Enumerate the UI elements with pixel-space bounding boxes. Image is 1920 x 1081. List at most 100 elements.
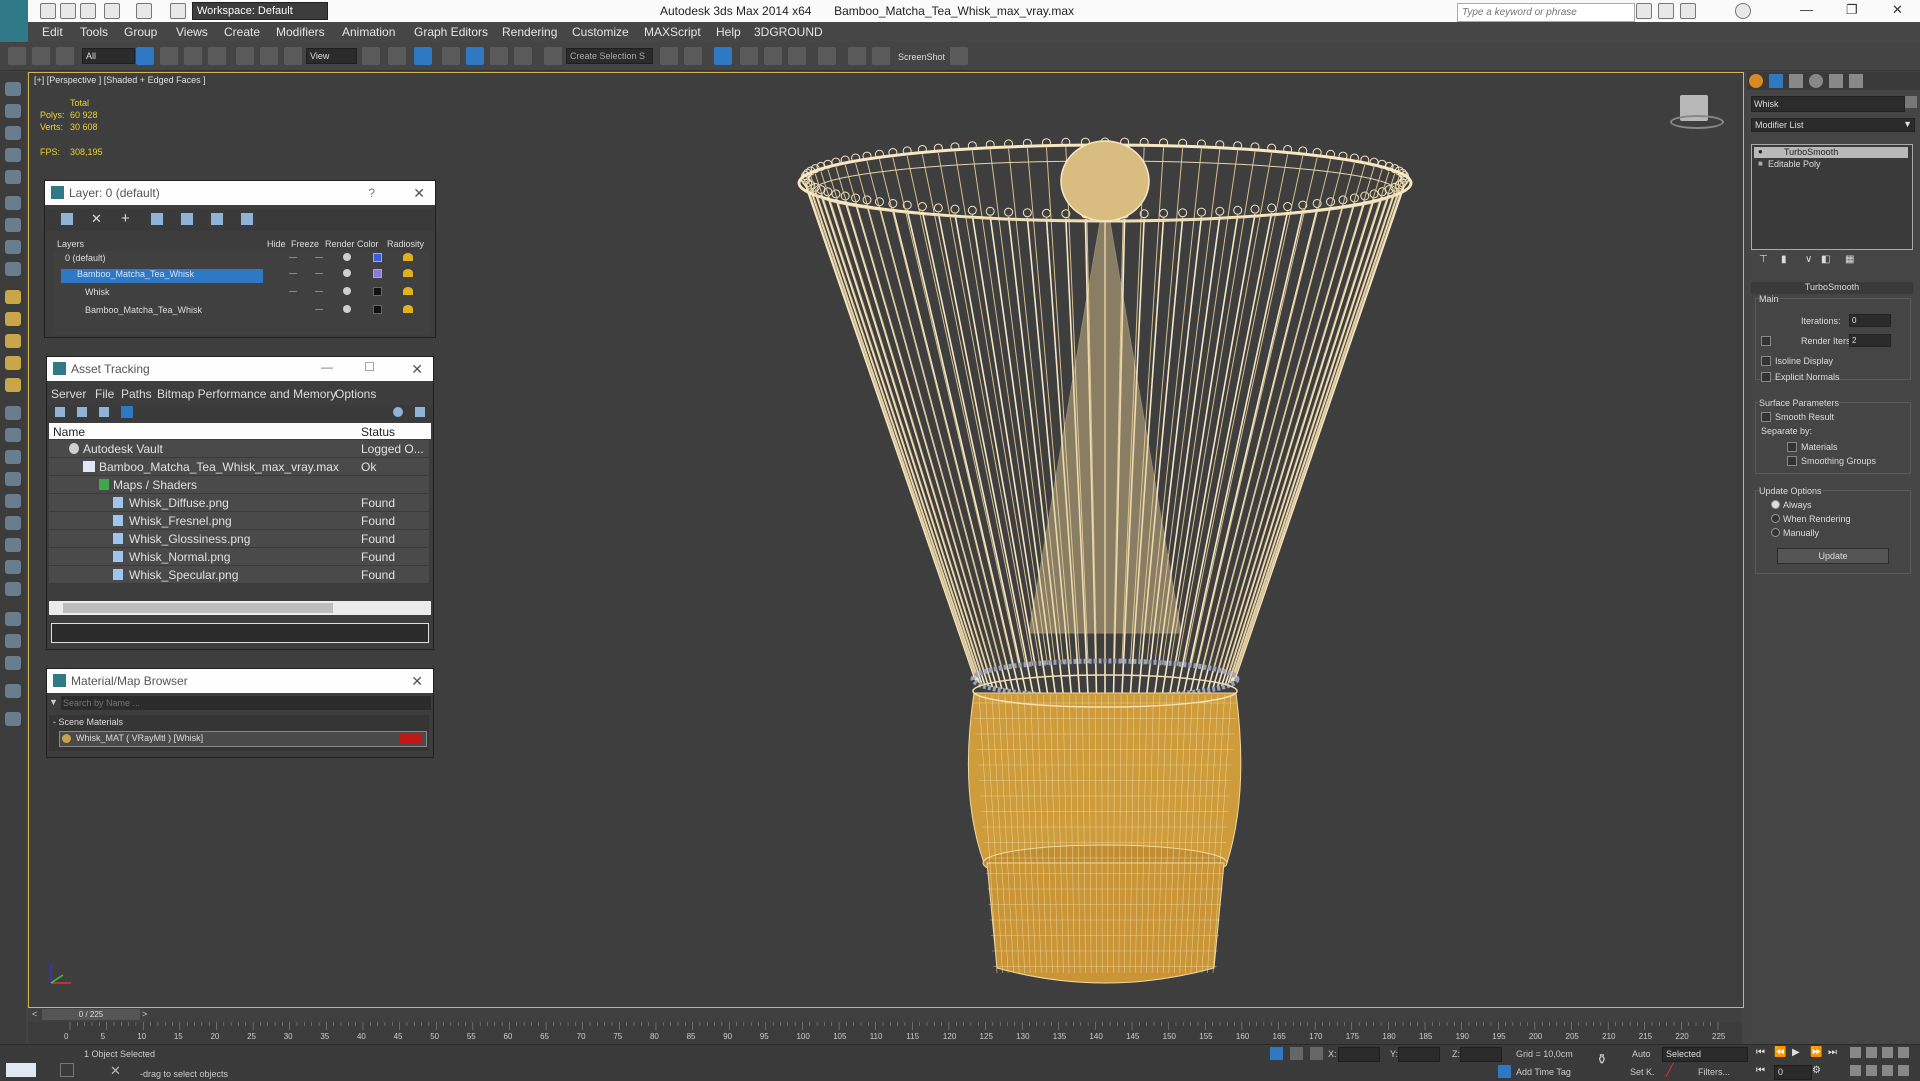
maxscript-mini-icon[interactable] [60,1063,74,1077]
play-icon[interactable]: ▶ [1792,1047,1800,1058]
col-radiosity[interactable]: Radiosity [387,239,424,249]
stack-expand-icon[interactable]: ■ [1758,159,1763,168]
menu-maxscript[interactable]: MAXScript [644,25,701,39]
rendered-frame-window-icon[interactable] [872,47,890,65]
when-rendering-radio[interactable] [1771,514,1780,523]
minimize-icon[interactable]: — [1800,2,1813,17]
strip-box-icon[interactable] [5,356,21,370]
asset-row[interactable]: Bamboo_Matcha_Tea_Whisk_max_vray.max Ok [49,458,429,476]
show-end-result-icon[interactable]: ▮ [1781,254,1787,265]
explicit-normals-checkbox[interactable] [1761,372,1771,382]
strip-tool-17-icon[interactable] [5,560,21,574]
layer-color-swatch[interactable] [373,253,382,262]
key-mode-dropdown[interactable]: Selected [1662,1047,1748,1062]
strip-tool-20-icon[interactable] [5,634,21,648]
select-link-icon[interactable] [8,47,26,65]
asset-menu-file[interactable]: File [95,387,114,401]
asset-close-icon[interactable]: ✕ [411,361,423,378]
freeze-toggle[interactable] [315,291,323,292]
current-frame-field[interactable]: 0 [1774,1065,1812,1080]
viewcube-ring[interactable] [1670,115,1724,129]
select-object-icon[interactable] [136,47,154,65]
align-icon[interactable] [684,47,702,65]
asset-row[interactable]: Whisk_Normal.png Found [49,548,429,566]
stack-bulb-icon[interactable]: ● [1758,147,1763,156]
strip-tool-14-icon[interactable] [5,494,21,508]
hide-all-layers-icon[interactable] [211,213,223,225]
add-time-tag[interactable]: Add Time Tag [1516,1067,1571,1077]
communication-center-icon[interactable] [1658,3,1674,19]
move-icon[interactable] [236,47,254,65]
time-tag-icon[interactable] [1498,1065,1511,1078]
radiosity-icon[interactable] [403,253,413,261]
maximize-icon[interactable]: ❐ [1846,2,1858,18]
help-icon[interactable] [1735,3,1751,19]
x-coord-field[interactable] [1338,1047,1380,1062]
asset-menu-bitmap[interactable]: Bitmap Performance and Memory [157,387,336,401]
time-config-icon[interactable]: ⚙ [1812,1065,1821,1076]
object-name-input[interactable] [1751,96,1905,112]
snaps-toggle-icon[interactable] [442,47,460,65]
asset-list-icon[interactable] [77,407,87,417]
strip-torus-icon[interactable] [5,334,21,348]
layer-panel-help-icon[interactable]: ? [368,186,375,200]
utilities-tab-icon[interactable] [1849,74,1863,88]
strip-tool-13-icon[interactable] [5,472,21,486]
layer-row[interactable]: Bamboo_Matcha_Tea_Whisk [85,305,245,319]
track-bar[interactable]: 0510152025303540455055606570758085909510… [28,1022,1742,1044]
time-next-icon[interactable]: > [142,1009,147,1019]
menu-rendering[interactable]: Rendering [502,25,557,39]
select-layer-objects-icon[interactable] [151,213,163,225]
configure-sets-icon[interactable]: ▦ [1845,254,1854,265]
rotate-icon[interactable] [260,47,278,65]
save-file-icon[interactable] [80,3,96,19]
percent-snap-icon[interactable] [490,47,508,65]
add-to-layer-icon[interactable]: + [121,210,130,227]
asset-maximize-icon[interactable]: ☐ [364,360,375,374]
col-render[interactable]: Render [325,239,355,249]
time-slider[interactable]: < 0 / 225 > [28,1008,1742,1022]
stack-item-turbosmooth[interactable]: ● TurboSmooth [1754,147,1908,158]
strip-tool-10-icon[interactable] [5,406,21,420]
asset-refresh-icon[interactable] [55,407,65,417]
screenshot-label[interactable]: ScreenShot [898,52,945,62]
viewport-label[interactable]: [+] [Perspective ] [Shaded + Edged Faces… [34,75,206,85]
pin-stack-icon[interactable]: ⊤ [1759,254,1768,265]
strip-tool-23-icon[interactable] [5,712,21,726]
asset-settings-icon[interactable] [415,407,425,417]
edit-named-selection-icon[interactable] [544,47,562,65]
render-teapot-icon[interactable] [343,305,351,313]
strip-tool-16-icon[interactable] [5,538,21,552]
asset-row[interactable]: Whisk_Specular.png Found [49,566,429,584]
time-prev-icon[interactable]: < [32,1009,37,1019]
selection-filter-dropdown[interactable]: All [82,48,135,64]
layer-manager-icon[interactable] [740,47,758,65]
lock-icon[interactable] [1290,1047,1303,1060]
menu-animation[interactable]: Animation [342,25,395,39]
screenshot-camera-icon[interactable] [950,47,968,65]
strip-tool-18-icon[interactable] [5,582,21,596]
keyboard-shortcut-override-icon[interactable] [414,47,432,65]
strip-tool-4-icon[interactable] [5,148,21,162]
hide-toggle[interactable] [289,257,297,258]
strip-tool-22-icon[interactable] [5,684,21,698]
always-radio[interactable] [1771,500,1780,509]
smoothing-groups-checkbox[interactable] [1787,456,1797,466]
zoom-extents-all-icon[interactable] [1898,1047,1909,1058]
scene-explorer-icon[interactable] [714,47,732,65]
materials-checkbox[interactable] [1787,442,1797,452]
maximize-viewport-icon[interactable] [1898,1065,1909,1076]
smooth-result-checkbox[interactable] [1761,412,1771,422]
hide-toggle[interactable] [289,291,297,292]
fov-icon[interactable] [1850,1065,1861,1076]
strip-tool-15-icon[interactable] [5,516,21,530]
asset-row[interactable]: Whisk_Diffuse.png Found [49,494,429,512]
select-manipulate-icon[interactable] [388,47,406,65]
stack-item-editable-poly[interactable]: ■ Editable Poly [1754,159,1908,170]
strip-tool-8-icon[interactable] [5,240,21,254]
col-freeze[interactable]: Freeze [291,239,319,249]
next-frame-icon[interactable]: ⏩ [1810,1047,1822,1058]
key-filters-button[interactable]: Filters... [1698,1067,1730,1077]
prev-frame-icon[interactable]: ⏪ [1774,1047,1786,1058]
col-hide[interactable]: Hide [267,239,286,249]
